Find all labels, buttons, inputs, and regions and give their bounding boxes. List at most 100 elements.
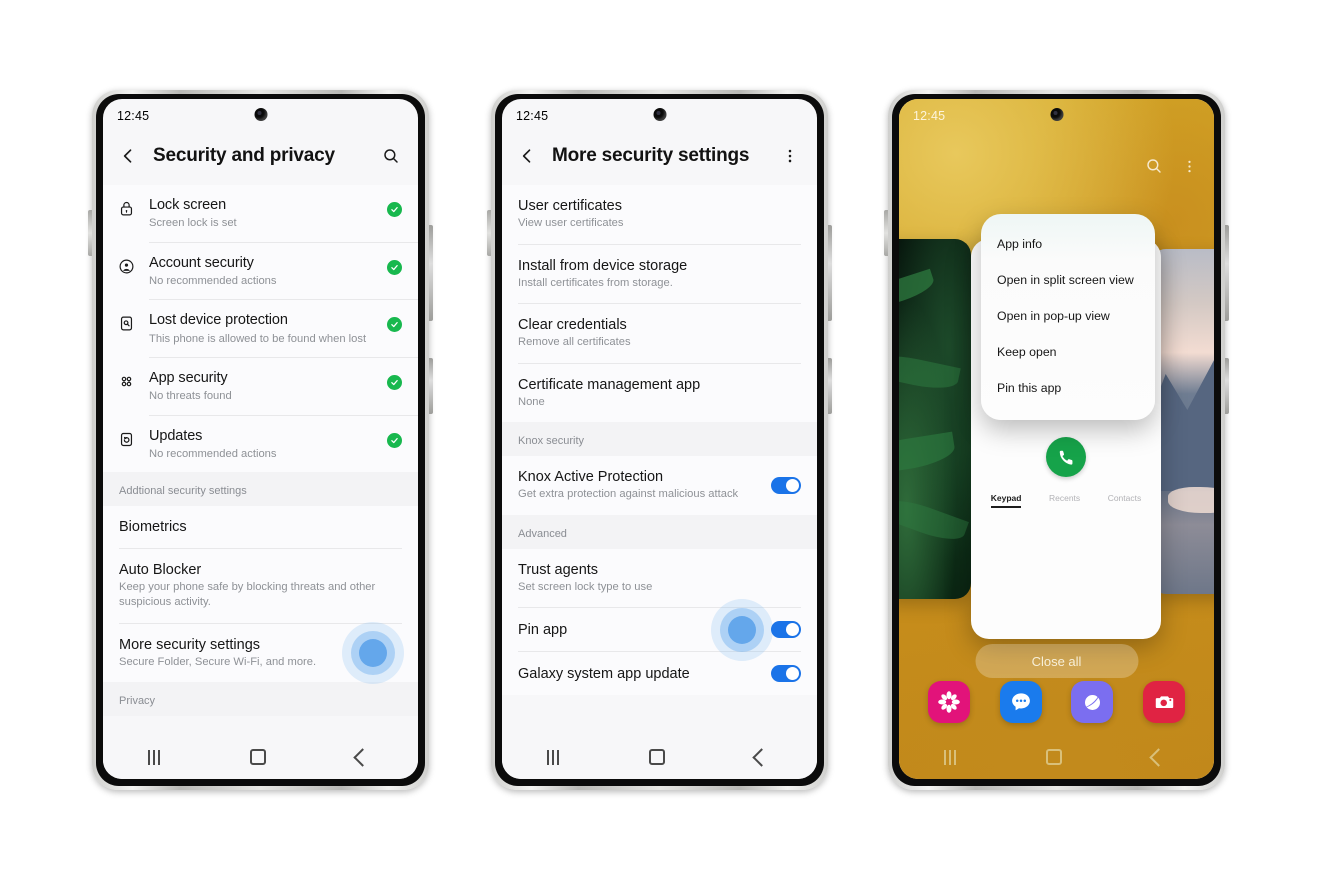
phone-2-navigation-bar <box>502 735 817 779</box>
gallery-app-icon[interactable] <box>927 681 970 723</box>
phone-3-left-button[interactable] <box>884 210 888 256</box>
status-badge <box>379 369 402 391</box>
menu-item-open-in-pop-up-view[interactable]: Open in pop-up view <box>981 298 1155 334</box>
recents-card-left[interactable] <box>899 239 971 599</box>
menu-item-open-in-split-screen-view[interactable]: Open in split screen view <box>981 262 1155 298</box>
toggle-knox-active-protection[interactable] <box>771 477 801 495</box>
back-nav-icon[interactable] <box>1149 747 1168 767</box>
phone-2-settings-list[interactable]: User certificates View user certificates… <box>502 185 817 745</box>
search-icon[interactable] <box>378 143 404 169</box>
recents-nav-icon[interactable] <box>944 749 956 765</box>
menu-item-keep-open[interactable]: Keep open <box>981 334 1155 370</box>
phone-1-navigation-bar <box>103 735 418 779</box>
list-item-subtitle: View user certificates <box>518 217 624 229</box>
list-item-app-security[interactable]: App security No threats found <box>103 358 418 415</box>
phone-1-volume-button[interactable] <box>429 225 433 321</box>
list-item-title: App security <box>149 370 228 387</box>
status-clock: 12:45 <box>117 109 150 123</box>
recents-toolbar <box>1145 157 1198 180</box>
check-circle-icon <box>387 432 402 448</box>
menu-item-app-info[interactable]: App info <box>981 226 1155 262</box>
list-item-text: Updates No recommended actions <box>149 427 379 462</box>
back-nav-icon[interactable] <box>353 747 372 767</box>
list-item-auto-blocker[interactable]: Auto Blocker Keep your phone safe by blo… <box>103 549 418 622</box>
phone-1-screen: 12:45 Security and privacy Lock screen S… <box>103 99 418 779</box>
check-circle-icon <box>387 317 402 333</box>
phone-3-volume-button[interactable] <box>1225 225 1229 321</box>
list-item-install-from-device-storage[interactable]: Install from device storage Install cert… <box>502 245 817 304</box>
list-item-knox-active-protection[interactable]: Knox Active Protection Get extra protect… <box>502 456 817 515</box>
list-item-certificate-management-app[interactable]: Certificate management app None <box>502 364 817 423</box>
find-device-icon <box>103 311 149 332</box>
phone-3-bezel: 12:45 Keypad Recents Contacts App info O… <box>892 94 1221 786</box>
list-item-text: Clear credentials Remove all certificate… <box>518 317 801 350</box>
snow-patch-shape <box>1168 487 1214 513</box>
status-badge <box>379 196 402 217</box>
status-badge <box>379 427 402 448</box>
list-item-text: Install from device storage Install cert… <box>518 258 801 291</box>
menu-item-pin-this-app[interactable]: Pin this app <box>981 370 1155 406</box>
status-badge <box>379 254 402 275</box>
home-nav-icon[interactable] <box>1046 749 1062 765</box>
overflow-menu-icon[interactable] <box>777 143 803 169</box>
list-item-pin-app[interactable]: Pin app <box>502 598 817 661</box>
list-item-title: Clear credentials <box>518 317 627 334</box>
updates-icon <box>103 427 149 448</box>
list-item-more-security-settings[interactable]: More security settings Secure Folder, Se… <box>103 621 418 684</box>
toggle-galaxy-system-app-update[interactable] <box>771 665 801 683</box>
toggle-pin-app[interactable] <box>771 621 801 639</box>
page-title: More security settings <box>552 145 750 166</box>
home-nav-icon[interactable] <box>250 749 266 765</box>
toggle-knob <box>786 479 799 493</box>
list-item-title: Pin app <box>518 621 568 638</box>
front-camera-punch-hole <box>254 108 267 121</box>
phone-2-volume-button[interactable] <box>828 225 832 321</box>
list-item-galaxy-system-app-update[interactable]: Galaxy system app update <box>502 652 817 695</box>
list-item-text: Auto Blocker Keep your phone safe by blo… <box>119 562 402 609</box>
messages-app-icon[interactable] <box>999 681 1042 723</box>
list-item-updates[interactable]: Updates No recommended actions <box>103 416 418 473</box>
list-item-title: Galaxy system app update <box>518 665 690 682</box>
phone-call-icon[interactable] <box>1046 437 1086 477</box>
list-item-title: User certificates <box>518 198 622 214</box>
home-nav-icon[interactable] <box>649 749 665 765</box>
phone-1-power-button[interactable] <box>429 358 433 414</box>
phone-1-left-button[interactable] <box>88 210 92 256</box>
list-item-subtitle: None <box>518 395 545 408</box>
tab-keypad[interactable]: Keypad <box>990 493 1022 508</box>
list-item-title: Auto Blocker <box>119 562 202 579</box>
check-circle-icon <box>387 259 402 275</box>
phone-2-more-security-settings: 12:45 More security settings User certif… <box>487 90 832 790</box>
phone-1-security-privacy: 12:45 Security and privacy Lock screen S… <box>88 90 433 790</box>
phone-2-left-button[interactable] <box>487 210 491 256</box>
camera-app-icon[interactable] <box>1143 681 1186 723</box>
tab-contacts[interactable]: Contacts <box>1108 493 1142 508</box>
list-item-clear-credentials[interactable]: Clear credentials Remove all certificate… <box>502 304 817 363</box>
tab-recents[interactable]: Recents <box>1049 493 1080 508</box>
list-item-lost-device-protection[interactable]: Lost device protection This phone is all… <box>103 300 418 357</box>
list-item-lock-screen[interactable]: Lock screen Screen lock is set <box>103 185 418 242</box>
list-item-text: Certificate management app None <box>518 377 801 410</box>
back-chevron-icon[interactable] <box>514 143 540 169</box>
search-icon[interactable] <box>1145 157 1163 180</box>
phone-2-screen: 12:45 More security settings User certif… <box>502 99 817 779</box>
recents-nav-icon[interactable] <box>148 749 160 765</box>
list-item-title: Account security <box>149 254 254 271</box>
list-item-biometrics[interactable]: Biometrics <box>103 506 418 548</box>
palm-leaf-shape <box>899 431 957 477</box>
back-chevron-icon[interactable] <box>115 143 141 169</box>
list-item-account-security[interactable]: Account security No recommended actions <box>103 243 418 300</box>
list-item-subtitle: Secure Folder, Secure Wi-Fi, and more. <box>119 655 317 668</box>
list-item-title: Trust agents <box>518 561 599 578</box>
list-item-trust-agents[interactable]: Trust agents Set screen lock type to use <box>502 549 817 608</box>
internet-app-icon[interactable] <box>1071 681 1114 723</box>
phone-2-power-button[interactable] <box>828 358 832 414</box>
recents-nav-icon[interactable] <box>547 749 559 765</box>
close-all-button[interactable]: Close all <box>975 644 1138 678</box>
back-nav-icon[interactable] <box>752 747 771 767</box>
phone-1-status-bar: 12:45 <box>103 99 418 133</box>
phone-1-settings-list[interactable]: Lock screen Screen lock is set Account s… <box>103 185 418 745</box>
phone-3-power-button[interactable] <box>1225 358 1229 414</box>
overflow-menu-icon[interactable] <box>1181 158 1198 180</box>
list-item-user-certificates[interactable]: User certificates View user certificates <box>502 185 817 244</box>
